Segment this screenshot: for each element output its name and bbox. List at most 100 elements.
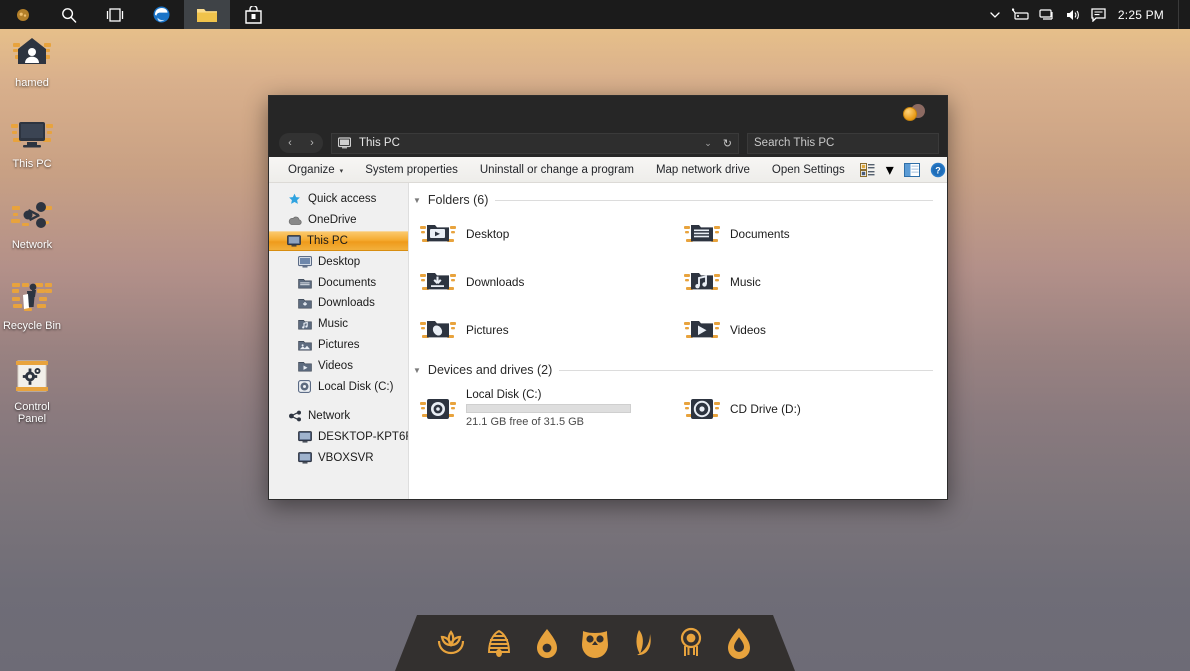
user-folder-icon: [10, 32, 54, 74]
drive-item-local-disk[interactable]: Local Disk (C:) 21.1 GB free of 31.5 GB: [419, 389, 683, 428]
sidebar-item-pictures[interactable]: Pictures: [269, 335, 408, 356]
folder-documents-icon: [683, 218, 721, 250]
task-view-icon[interactable]: [92, 0, 138, 29]
drive-info: Local Disk (C:) 21.1 GB free of 31.5 GB: [466, 389, 631, 428]
show-desktop-button[interactable]: [1178, 0, 1182, 29]
window-close-button[interactable]: [903, 107, 917, 121]
flame-icon[interactable]: [720, 623, 758, 663]
flame-drop-icon[interactable]: [528, 623, 566, 663]
edge-icon[interactable]: [138, 0, 184, 29]
dreamcatcher-icon[interactable]: [672, 623, 710, 663]
file-explorer-icon[interactable]: [184, 0, 230, 29]
preview-pane-icon[interactable]: [900, 158, 924, 182]
chevron-down-icon[interactable]: ⌄: [700, 138, 716, 149]
desktop-icon: [297, 255, 312, 269]
sidebar-item-this-pc[interactable]: This PC: [269, 231, 408, 252]
sidebar-spacer: [269, 397, 408, 406]
folders-group-header[interactable]: ▼ Folders (6): [409, 193, 947, 207]
sidebar-item-label: Desktop: [318, 256, 360, 268]
volume-icon[interactable]: [1060, 0, 1086, 29]
capacity-bar: [466, 404, 631, 413]
lotus-icon[interactable]: [432, 623, 470, 663]
owl-icon[interactable]: [576, 623, 614, 663]
navigation-bar: ‹ › This PC ⌄ ↻ Search This PC: [269, 129, 947, 157]
folder-item-pictures[interactable]: Pictures: [419, 313, 683, 347]
sidebar-item-videos[interactable]: Videos: [269, 355, 408, 376]
nav-arrows[interactable]: ‹ ›: [279, 133, 323, 153]
folder-item-downloads[interactable]: Downloads: [419, 265, 683, 299]
folder-item-documents[interactable]: Documents: [683, 217, 947, 251]
back-button[interactable]: ‹: [288, 137, 292, 149]
sidebar-item-downloads[interactable]: Downloads: [269, 293, 408, 314]
view-dropdown-caret-icon[interactable]: ▾: [882, 158, 898, 182]
sidebar-item-label: Quick access: [308, 193, 376, 205]
cd-drive-icon: [683, 392, 721, 426]
folders-group-title: Folders (6): [428, 193, 488, 207]
folder-item-music[interactable]: Music: [683, 265, 947, 299]
desktop-icon-network[interactable]: Network: [0, 194, 64, 251]
help-icon[interactable]: ?: [926, 158, 950, 182]
pictures-icon: [297, 338, 312, 352]
sidebar-item-quick-access[interactable]: Quick access: [269, 189, 408, 210]
devices-group-title: Devices and drives (2): [428, 363, 552, 377]
sidebar-item-network[interactable]: Network: [269, 406, 408, 427]
taskbar-clock[interactable]: 2:25 PM: [1112, 8, 1174, 22]
collapse-triangle-icon[interactable]: ▼: [413, 366, 421, 375]
change-view-icon[interactable]: [856, 158, 880, 182]
chevron-up-icon[interactable]: [982, 0, 1008, 29]
sidebar-item-label: DESKTOP-KPT6F75: [318, 431, 409, 443]
desktop-icon-control-panel[interactable]: Control Panel: [0, 356, 64, 425]
this-pc-small-icon: [338, 137, 352, 150]
feather-flame-icon[interactable]: [624, 623, 662, 663]
folder-item-desktop[interactable]: Desktop: [419, 217, 683, 251]
desktop-icon-label: Control Panel: [0, 401, 64, 425]
beehive-icon[interactable]: [480, 623, 518, 663]
store-icon[interactable]: [230, 0, 276, 29]
search-input[interactable]: Search This PC: [747, 133, 939, 154]
forward-button[interactable]: ›: [310, 137, 314, 149]
window-controls[interactable]: [901, 104, 929, 122]
sidebar-item-desktop[interactable]: Desktop: [269, 251, 408, 272]
network-icon[interactable]: [1034, 0, 1060, 29]
uninstall-program-button[interactable]: Uninstall or change a program: [469, 157, 645, 183]
file-explorer-window: ‹ › This PC ⌄ ↻ Search This PC Organize …: [268, 95, 948, 500]
onedrive-icon: [287, 213, 302, 227]
drive-item-cd-drive[interactable]: CD Drive (D:): [683, 389, 947, 428]
window-titlebar[interactable]: [269, 96, 947, 129]
organize-button[interactable]: Organize ▾: [277, 157, 354, 183]
search-icon[interactable]: [46, 0, 92, 29]
sidebar-item-onedrive[interactable]: OneDrive: [269, 210, 408, 231]
recycle-bin-icon: [10, 275, 54, 317]
sidebar-item-label: OneDrive: [308, 214, 357, 226]
sidebar-item-vboxsvr[interactable]: VBOXSVR: [269, 448, 408, 469]
sidebar-item-music[interactable]: Music: [269, 314, 408, 335]
vm-device-icon[interactable]: [1008, 0, 1034, 29]
group-divider: [559, 370, 933, 371]
map-network-drive-button[interactable]: Map network drive: [645, 157, 761, 183]
desktop-icon-hamed[interactable]: hamed: [0, 32, 64, 89]
refresh-icon[interactable]: ↻: [723, 137, 732, 150]
action-center-icon[interactable]: [1086, 0, 1112, 29]
devices-group-header[interactable]: ▼ Devices and drives (2): [409, 363, 947, 377]
desktop-icon-this-pc[interactable]: This PC: [0, 113, 64, 170]
sidebar-item-desktop-kpt6f75[interactable]: DESKTOP-KPT6F75: [269, 427, 408, 448]
folder-item-videos[interactable]: Videos: [683, 313, 947, 347]
sidebar-item-local-disk[interactable]: Local Disk (C:): [269, 376, 408, 397]
system-tray: 2:25 PM: [982, 0, 1190, 29]
system-properties-button[interactable]: System properties: [354, 157, 469, 183]
downloads-icon: [297, 296, 312, 310]
sidebar-item-documents[interactable]: Documents: [269, 272, 408, 293]
taskbar: 2:25 PM: [0, 0, 1190, 29]
address-bar[interactable]: This PC ⌄ ↻: [331, 133, 739, 154]
folder-desktop-icon: [419, 218, 457, 250]
folder-item-label: Videos: [730, 323, 766, 337]
sidebar-item-label: Documents: [318, 277, 376, 289]
drive-capacity-text: 21.1 GB free of 31.5 GB: [466, 416, 631, 428]
collapse-triangle-icon[interactable]: ▼: [413, 196, 421, 205]
folder-item-label: Desktop: [466, 227, 509, 241]
desktop-icon-recycle-bin[interactable]: Recycle Bin: [0, 275, 64, 332]
open-settings-button[interactable]: Open Settings: [761, 157, 856, 183]
drive-label: CD Drive (D:): [730, 402, 801, 416]
desktop-icon-list: hamed This PC: [0, 32, 64, 449]
start-orb-icon[interactable]: [0, 0, 46, 29]
